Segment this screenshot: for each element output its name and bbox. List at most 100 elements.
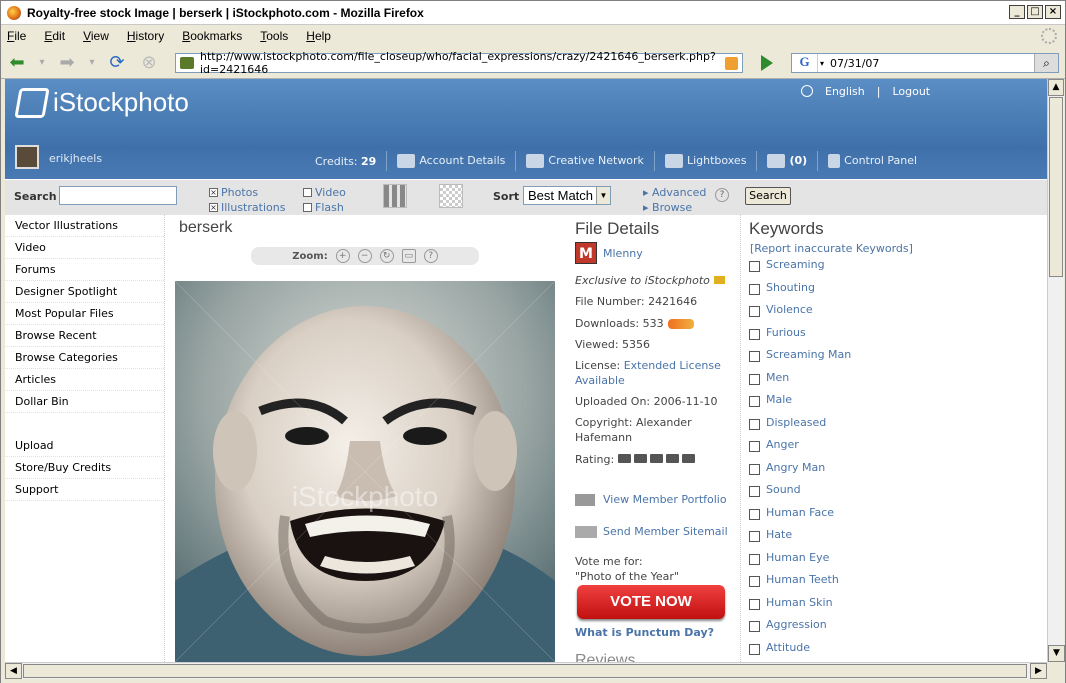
- keyword-checkbox[interactable]: [749, 261, 760, 272]
- keyword-item[interactable]: Hate: [749, 527, 792, 542]
- keyword-label[interactable]: Sound: [766, 483, 801, 496]
- keyword-item[interactable]: Displeased: [749, 415, 826, 430]
- address-bar[interactable]: http://www.istockphoto.com/file_closeup/…: [175, 50, 743, 76]
- menu-bookmarks[interactable]: Bookmarks: [182, 29, 242, 43]
- close-button[interactable]: ×: [1045, 5, 1061, 19]
- keyword-item[interactable]: Screaming: [749, 257, 825, 272]
- keyword-item[interactable]: Human Teeth: [749, 572, 839, 587]
- search-input[interactable]: [59, 186, 177, 205]
- scroll-up-icon[interactable]: ▲: [1048, 79, 1064, 96]
- scroll-thumb[interactable]: [23, 664, 1027, 678]
- sort-select[interactable]: Best Match ▼: [523, 186, 611, 205]
- lightboxes-link[interactable]: Lightboxes: [664, 154, 746, 168]
- keyword-item[interactable]: Male: [749, 392, 792, 407]
- keyword-label[interactable]: Attitude: [766, 641, 810, 654]
- keyword-item[interactable]: Screaming Man: [749, 347, 851, 362]
- creative-network-link[interactable]: Creative Network: [526, 154, 644, 168]
- menu-view[interactable]: View: [83, 29, 109, 43]
- keyword-label[interactable]: Men: [766, 371, 789, 384]
- keyword-label[interactable]: Human Eye: [766, 551, 829, 564]
- keyword-checkbox[interactable]: [749, 486, 760, 497]
- nav-store[interactable]: Store/Buy Credits: [5, 457, 164, 479]
- nav-support[interactable]: Support: [5, 479, 164, 501]
- keyword-item[interactable]: Angry Man: [749, 460, 825, 475]
- portfolio-link[interactable]: View Member Portfolio: [575, 492, 727, 507]
- magnifier-icon[interactable]: ⌕: [1034, 54, 1058, 72]
- maximize-button[interactable]: □: [1027, 5, 1043, 19]
- keyword-checkbox[interactable]: [749, 351, 760, 362]
- stock-photo[interactable]: iStockphoto: [175, 281, 555, 662]
- keyword-item[interactable]: Men: [749, 370, 789, 385]
- help-icon[interactable]: ?: [715, 188, 729, 202]
- keyword-label[interactable]: Screaming Man: [766, 348, 851, 361]
- search-engine-box[interactable]: G ▾ 07/31/07 ⌕: [791, 53, 1059, 73]
- search-button[interactable]: Search: [745, 187, 791, 205]
- punctum-link[interactable]: What is Punctum Day?: [575, 625, 714, 640]
- rotate-icon[interactable]: ↻: [379, 249, 394, 263]
- keyword-label[interactable]: Screaming: [766, 258, 825, 271]
- forward-dropdown-icon[interactable]: ▾: [87, 57, 97, 68]
- minimize-button[interactable]: _: [1009, 5, 1025, 19]
- keyword-label[interactable]: Angry Man: [766, 461, 825, 474]
- sitemail-link[interactable]: Send Member Sitemail: [575, 524, 728, 539]
- keyword-checkbox[interactable]: [749, 396, 760, 407]
- search-engine-input[interactable]: 07/31/07: [824, 57, 879, 70]
- username[interactable]: erikjheels: [49, 152, 102, 165]
- nav-browse-recent[interactable]: Browse Recent: [5, 325, 164, 347]
- keyword-checkbox[interactable]: [749, 576, 760, 587]
- video-checkbox[interactable]: Video: [303, 186, 346, 199]
- account-details-link[interactable]: Account Details: [397, 154, 505, 168]
- lightbox-add-icon[interactable]: ▭: [401, 249, 416, 263]
- forward-icon[interactable]: ➡: [55, 52, 79, 73]
- author-link[interactable]: Mlenny: [603, 246, 643, 261]
- help-icon[interactable]: ?: [423, 249, 438, 263]
- avatar[interactable]: [15, 145, 39, 169]
- keyword-label[interactable]: Displeased: [766, 416, 826, 429]
- control-panel-link[interactable]: Control Panel: [828, 154, 917, 168]
- keyword-label[interactable]: Shouting: [766, 281, 815, 294]
- keyword-checkbox[interactable]: [749, 598, 760, 610]
- menu-help[interactable]: Help: [306, 29, 331, 43]
- scroll-left-icon[interactable]: ◀: [5, 663, 22, 679]
- keyword-item[interactable]: Furious: [749, 325, 806, 340]
- advanced-link[interactable]: ▸ Advanced: [643, 186, 706, 199]
- keyword-item[interactable]: Human Skin: [749, 595, 833, 610]
- keyword-checkbox[interactable]: [749, 553, 760, 565]
- license-link-2[interactable]: Available: [575, 373, 625, 388]
- report-keywords-link[interactable]: [Report inaccurate Keywords]: [750, 242, 913, 255]
- keyword-label[interactable]: Aggression: [766, 618, 827, 631]
- nav-video[interactable]: Video: [5, 237, 164, 259]
- language-link[interactable]: English: [825, 85, 865, 98]
- menu-file[interactable]: File: [7, 29, 26, 43]
- rss-icon[interactable]: [725, 57, 738, 70]
- keyword-checkbox[interactable]: [749, 621, 760, 632]
- vertical-scrollbar[interactable]: ▲ ▼: [1047, 79, 1065, 662]
- google-icon[interactable]: G: [792, 54, 818, 72]
- keyword-item[interactable]: Violence: [749, 302, 813, 317]
- keyword-label[interactable]: Furious: [766, 326, 806, 339]
- vote-now-button[interactable]: VOTE NOW: [577, 585, 725, 619]
- keyword-checkbox[interactable]: [749, 531, 760, 542]
- menu-edit[interactable]: Edit: [44, 29, 65, 43]
- nav-forums[interactable]: Forums: [5, 259, 164, 281]
- license-link[interactable]: Extended License: [624, 359, 721, 372]
- keyword-checkbox[interactable]: [749, 306, 760, 317]
- nav-browse-categories[interactable]: Browse Categories: [5, 347, 164, 369]
- grid-view-icon[interactable]: [383, 184, 407, 208]
- keyword-label[interactable]: Male: [766, 393, 792, 406]
- logout-link[interactable]: Logout: [892, 85, 930, 98]
- stop-icon[interactable]: ⊗: [137, 52, 161, 73]
- keyword-item[interactable]: Human Face: [749, 505, 834, 520]
- nav-dollar-bin[interactable]: Dollar Bin: [5, 391, 164, 413]
- keyword-checkbox[interactable]: [749, 441, 760, 452]
- nav-most-popular[interactable]: Most Popular Files: [5, 303, 164, 325]
- keyword-label[interactable]: Human Face: [766, 506, 834, 519]
- messages-link[interactable]: (0): [767, 154, 807, 168]
- keyword-label[interactable]: Human Teeth: [766, 573, 839, 586]
- keyword-item[interactable]: Attitude: [749, 640, 810, 655]
- flash-checkbox[interactable]: Flash: [303, 201, 344, 214]
- nav-upload[interactable]: Upload: [5, 435, 164, 457]
- zoom-out-icon[interactable]: −: [357, 249, 372, 263]
- scroll-thumb[interactable]: [1049, 97, 1063, 277]
- go-icon[interactable]: [761, 55, 773, 71]
